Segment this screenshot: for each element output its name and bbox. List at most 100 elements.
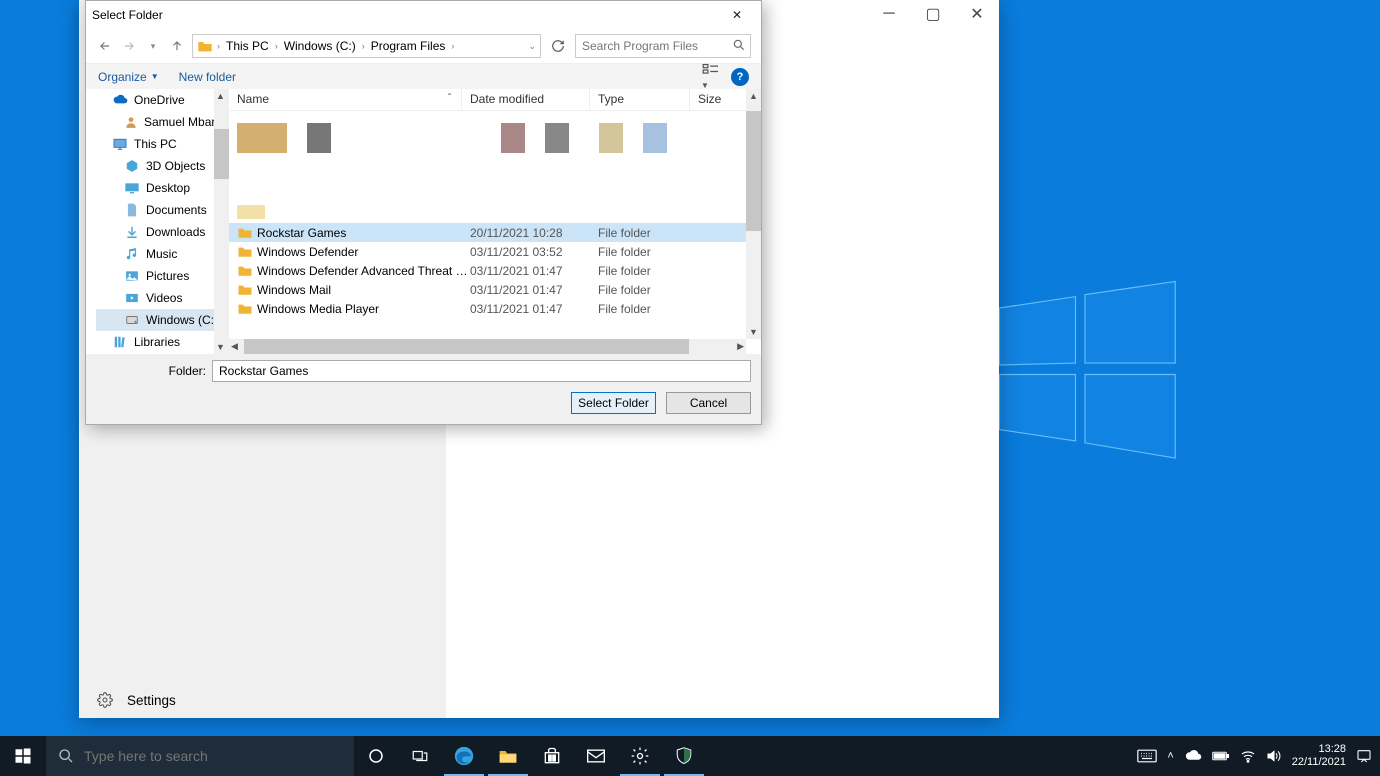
cancel-button[interactable]: Cancel xyxy=(666,392,751,414)
security-button[interactable] xyxy=(662,736,706,776)
file-row[interactable]: Windows Defender03/11/2021 03:52File fol… xyxy=(229,242,746,261)
tree-item-label: 3D Objects xyxy=(146,159,205,173)
tree-item[interactable]: Windows (C:) xyxy=(96,309,229,331)
select-folder-button[interactable]: Select Folder xyxy=(571,392,656,414)
file-list-header[interactable]: Name⌃ Date modified Type Size xyxy=(229,89,761,111)
crumb-program-files[interactable]: Program Files xyxy=(369,39,448,53)
settings-button[interactable] xyxy=(618,736,662,776)
file-hscrollbar[interactable]: ◀ ▶ xyxy=(229,339,746,354)
tree-item-label: Downloads xyxy=(146,225,205,239)
person-icon xyxy=(124,114,138,130)
nav-back-button[interactable] xyxy=(96,37,114,55)
tree-item[interactable]: Desktop xyxy=(96,177,229,199)
organize-button[interactable]: Organize ▼ xyxy=(98,70,159,84)
doc-icon xyxy=(124,202,140,218)
bg-maximize-button[interactable]: ▢ xyxy=(911,0,955,28)
address-bar[interactable]: › This PC › Windows (C:) › Program Files… xyxy=(192,34,541,58)
tree-item-label: Windows (C:) xyxy=(146,313,218,327)
file-type: File folder xyxy=(598,264,698,278)
notifications-icon[interactable] xyxy=(1356,748,1372,764)
volume-icon[interactable] xyxy=(1266,749,1282,763)
tree-item[interactable]: Downloads xyxy=(96,221,229,243)
dialog-close-button[interactable]: ✕ xyxy=(719,3,755,27)
tree-scroll-thumb[interactable] xyxy=(214,129,229,179)
tree-item[interactable]: Music xyxy=(96,243,229,265)
scroll-right-icon[interactable]: ▶ xyxy=(737,341,744,352)
scroll-down-icon[interactable]: ▼ xyxy=(749,327,758,337)
tree-item-label: This PC xyxy=(134,137,177,151)
taskbar-search[interactable] xyxy=(46,736,354,776)
taskview-button[interactable] xyxy=(398,736,442,776)
start-button[interactable] xyxy=(0,736,46,776)
file-row[interactable]: Windows Mail03/11/2021 01:47File folder xyxy=(229,280,746,299)
tree-item-label: OneDrive xyxy=(134,93,185,107)
file-type: File folder xyxy=(598,245,698,259)
tree-item-label: Documents xyxy=(146,203,207,217)
mail-button[interactable] xyxy=(574,736,618,776)
view-button[interactable]: ▼ xyxy=(701,63,721,91)
file-row[interactable]: Rockstar Games20/11/2021 10:28File folde… xyxy=(229,223,746,242)
search-icon xyxy=(732,38,746,52)
cortana-button[interactable] xyxy=(354,736,398,776)
bg-close-button[interactable]: ✕ xyxy=(955,0,999,28)
edge-button[interactable] xyxy=(442,736,486,776)
tree-item[interactable]: Samuel Mbanasc xyxy=(96,111,229,133)
tree-scrollbar[interactable]: ▲ ▼ xyxy=(214,89,229,354)
down-icon xyxy=(124,224,140,240)
help-button[interactable]: ? xyxy=(731,68,749,86)
music-icon xyxy=(124,246,140,262)
scroll-up-icon[interactable]: ▲ xyxy=(216,91,225,101)
tree-item[interactable]: Libraries xyxy=(96,331,229,353)
file-hscroll-thumb[interactable] xyxy=(244,339,689,354)
keyboard-icon[interactable] xyxy=(1137,749,1157,763)
system-tray[interactable]: ˄ 13:28 22/11/2021 xyxy=(1129,736,1380,776)
search-box[interactable] xyxy=(575,34,751,58)
file-name: Windows Defender xyxy=(257,245,470,259)
bg-minimize-button[interactable]: ─ xyxy=(867,0,911,28)
tree-item-label: Videos xyxy=(146,291,182,305)
tree-item[interactable]: 3D Objects xyxy=(96,155,229,177)
col-type[interactable]: Type xyxy=(590,89,690,110)
tree-item[interactable]: Pictures xyxy=(96,265,229,287)
taskbar-search-input[interactable] xyxy=(84,748,342,764)
tree-item[interactable]: OneDrive xyxy=(96,89,229,111)
file-type: File folder xyxy=(598,226,698,240)
folder-field-label: Folder: xyxy=(96,364,206,378)
file-scrollbar[interactable]: ▲ ▼ xyxy=(746,89,761,339)
dialog-titlebar[interactable]: Select Folder ✕ xyxy=(86,1,761,29)
tree-item[interactable]: This PC xyxy=(96,133,229,155)
tray-overflow-icon[interactable]: ˄ xyxy=(1167,750,1173,762)
scroll-down-icon[interactable]: ▼ xyxy=(216,342,225,352)
chevron-down-icon[interactable]: ⌄ xyxy=(528,41,536,52)
newfolder-button[interactable]: New folder xyxy=(179,70,236,84)
folder-name-input[interactable] xyxy=(212,360,751,382)
tree-item-label: Pictures xyxy=(146,269,189,283)
taskbar-clock[interactable]: 13:28 22/11/2021 xyxy=(1292,743,1346,769)
search-input[interactable] xyxy=(576,35,728,57)
file-row[interactable]: Windows Media Player03/11/2021 01:47File… xyxy=(229,299,746,318)
tree-item[interactable]: Documents xyxy=(96,199,229,221)
wifi-icon[interactable] xyxy=(1240,749,1256,763)
tree-item-label: Music xyxy=(146,247,177,261)
refresh-button[interactable] xyxy=(547,39,569,53)
nav-up-button[interactable] xyxy=(168,37,186,55)
crumb-c-drive[interactable]: Windows (C:) xyxy=(282,39,358,53)
file-row[interactable]: Windows Defender Advanced Threat Pro...0… xyxy=(229,261,746,280)
partial-folder-icon xyxy=(229,163,746,223)
explorer-button[interactable] xyxy=(486,736,530,776)
bg-settings-item[interactable]: Settings xyxy=(97,692,176,708)
battery-icon[interactable] xyxy=(1212,750,1230,762)
scroll-left-icon[interactable]: ◀ xyxy=(231,341,238,352)
col-date[interactable]: Date modified xyxy=(462,89,590,110)
store-button[interactable] xyxy=(530,736,574,776)
tree-item[interactable]: Videos xyxy=(96,287,229,309)
nav-recent-dropdown[interactable]: ▾ xyxy=(144,37,162,55)
crumb-this-pc[interactable]: This PC xyxy=(224,39,271,53)
scroll-up-icon[interactable]: ▲ xyxy=(749,91,758,101)
onedrive-icon[interactable] xyxy=(1184,750,1202,762)
nav-forward-button[interactable] xyxy=(120,37,138,55)
col-name[interactable]: Name⌃ xyxy=(229,89,462,110)
cloud-icon xyxy=(112,92,128,108)
file-scroll-thumb[interactable] xyxy=(746,111,761,231)
folder-tree[interactable]: OneDrive Samuel Mbanasc This PC 3D Objects D… xyxy=(86,89,229,354)
